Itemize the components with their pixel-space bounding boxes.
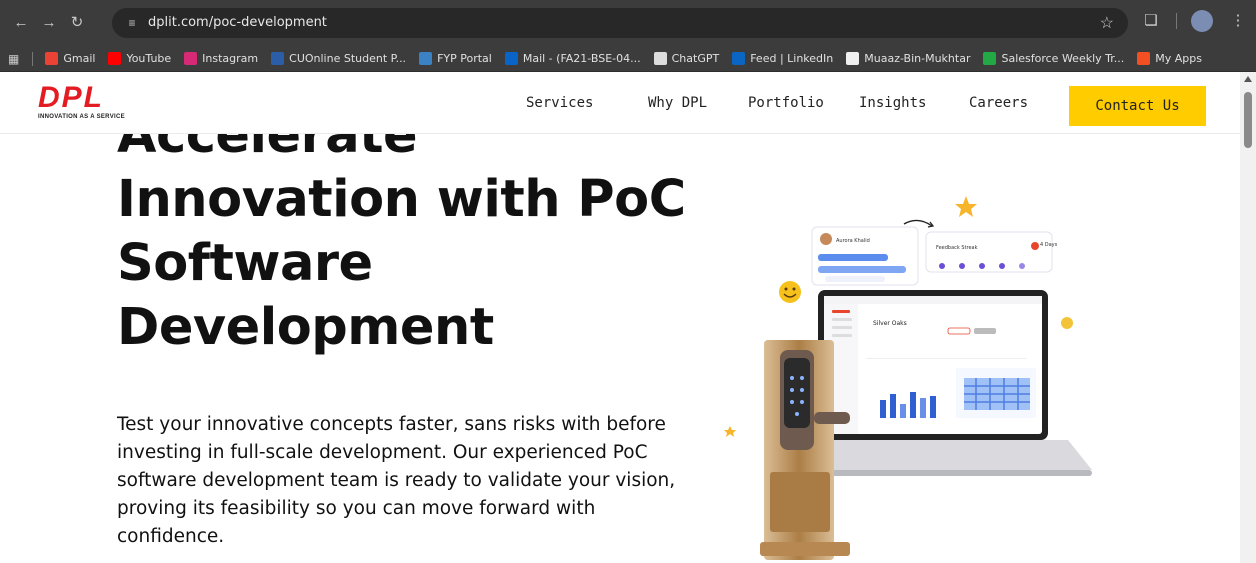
neutral-emoji-icon [1061, 317, 1073, 329]
site-header: DPL INNOVATION AS A SERVICE Services Why… [0, 72, 1240, 134]
hero-description: Test your innovative concepts faster, sa… [117, 414, 676, 547]
bookmark-label: FYP Portal [437, 52, 492, 65]
reload-icon[interactable]: ↻ [66, 12, 88, 34]
main-nav: Services Why DPL Portfolio Insights Care… [526, 95, 1049, 111]
bookmark-star-icon[interactable]: ☆ [1100, 13, 1114, 33]
bookmark-item[interactable]: Instagram [184, 52, 258, 65]
bookmark-favicon-icon [184, 52, 198, 65]
bookmark-label: Muaaz-Bin-Mukhtar [864, 52, 971, 65]
arrow-icon [903, 219, 933, 227]
extensions-icon[interactable]: ❏ [1140, 10, 1162, 32]
hero-title-line: Software [117, 234, 373, 293]
screen-heading: Silver Oaks [873, 320, 907, 327]
laptop-smartlock-illustration: Aurora Khalid Feedback Streak 4 Days Sil… [724, 196, 1092, 560]
bookmark-favicon-icon [419, 52, 433, 65]
address-bar[interactable]: ≡ dplit.com/poc-development ☆ [112, 8, 1128, 38]
bookmark-item[interactable]: YouTube [108, 52, 171, 65]
card-name: Aurora Khalid [836, 238, 870, 244]
scrollbar-thumb[interactable] [1244, 92, 1252, 148]
toolbar-divider [1176, 13, 1177, 29]
bookmark-label: YouTube [126, 52, 172, 65]
bookmark-favicon-icon [732, 52, 746, 65]
contact-us-button[interactable]: Contact Us [1069, 86, 1206, 126]
bookmark-label: Gmail [63, 52, 96, 65]
hero-title-line: Development [117, 298, 494, 357]
card-badge: 4 Days [1040, 242, 1058, 248]
small-star-icon [724, 426, 736, 437]
bookmark-item[interactable]: Mail - (FA21-BSE-04... [504, 52, 641, 65]
profile-avatar[interactable] [1191, 10, 1213, 32]
user-rating-card [811, 226, 919, 286]
bookmark-item[interactable]: Salesforce Weekly Tr... [983, 52, 1124, 65]
page-scrollbar[interactable] [1240, 72, 1256, 563]
menu-icon[interactable]: ⋮ [1227, 10, 1249, 32]
hero-illustration: Aurora Khalid Feedback Streak 4 Days Sil… [720, 182, 1100, 562]
bookmark-label: Instagram [202, 52, 259, 65]
bookmark-label: ChatGPT [671, 52, 720, 65]
smile-emoji-icon [779, 281, 801, 303]
star-icon [955, 196, 977, 217]
logo-tagline: INNOVATION AS A SERVICE [38, 114, 125, 120]
bookmark-item[interactable]: FYP Portal [419, 52, 492, 65]
bookmark-item[interactable]: My Apps [1137, 52, 1202, 65]
bookmark-favicon-icon [983, 52, 997, 65]
scroll-up-icon[interactable] [1244, 76, 1252, 82]
bookmark-item[interactable]: ChatGPT [653, 52, 720, 65]
nav-portfolio[interactable]: Portfolio [748, 95, 859, 111]
hero-title-line: Innovation with PoC [117, 170, 686, 229]
apps-grid-icon[interactable]: ▦ [8, 52, 19, 66]
bookmark-favicon-icon [108, 52, 122, 65]
feedback-streak-card [925, 231, 1053, 273]
browser-toolbar: ← → ↻ ≡ dplit.com/poc-development ☆ ❏ ⋮ [0, 0, 1256, 46]
bookmark-item[interactable]: CUOnline Student P... [271, 52, 406, 65]
nav-insights[interactable]: Insights [859, 95, 969, 111]
bookmark-favicon-icon [846, 52, 860, 65]
dpl-logo[interactable]: DPL INNOVATION AS A SERVICE [38, 81, 148, 132]
bookmark-item[interactable]: Gmail [45, 52, 95, 65]
bookmark-favicon-icon [1137, 52, 1151, 65]
bookmark-label: Mail - (FA21-BSE-04... [522, 52, 641, 65]
hero-title: Accelerate Innovation with PoC Software … [117, 104, 717, 360]
bookmark-label: Feed | LinkedIn [750, 52, 834, 65]
bookmarks-bar: ▦ Gmail YouTube Instagram CUOnline Student … [0, 46, 1256, 72]
bookmark-favicon-icon [271, 52, 285, 65]
page-viewport: DPL INNOVATION AS A SERVICE Services Why… [0, 72, 1240, 563]
url-text: dplit.com/poc-development [148, 15, 327, 30]
bookmark-item[interactable]: Feed | LinkedIn [732, 52, 833, 65]
bookmark-favicon-icon [504, 52, 518, 65]
forward-icon[interactable]: → [38, 12, 60, 34]
nav-services[interactable]: Services [526, 95, 648, 111]
bookmark-favicon-icon [653, 52, 667, 65]
nav-why-dpl[interactable]: Why DPL [648, 95, 748, 111]
bookmark-favicon-icon [45, 52, 59, 65]
bookmarks-divider [32, 51, 34, 66]
bookmark-label: CUOnline Student P... [289, 52, 407, 65]
card-title: Feedback Streak [936, 245, 978, 251]
logo-wordmark: DPL [38, 81, 104, 114]
back-icon[interactable]: ← [10, 12, 32, 34]
nav-careers[interactable]: Careers [969, 95, 1049, 111]
bookmark-label: My Apps [1155, 52, 1202, 65]
bookmark-item[interactable]: Muaaz-Bin-Mukhtar [846, 52, 970, 65]
bookmark-label: Salesforce Weekly Tr... [1001, 52, 1125, 65]
site-settings-icon[interactable]: ≡ [124, 15, 140, 31]
